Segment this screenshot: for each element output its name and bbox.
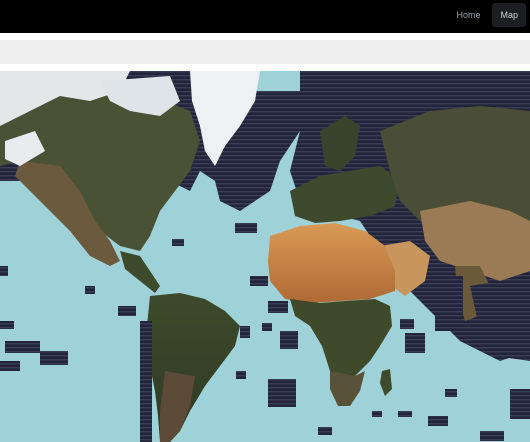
nav-links: Home Map (448, 3, 526, 27)
ocean-tile (0, 266, 8, 276)
ocean-tile (268, 379, 296, 407)
ocean-tile (5, 341, 40, 353)
ocean-tile (428, 416, 448, 426)
ocean-tile (250, 276, 268, 286)
map-toolbar-strip (0, 40, 530, 64)
top-navbar: Home Map (0, 0, 530, 33)
ocean-tile (236, 371, 246, 379)
ocean-tile (0, 321, 14, 329)
ocean-tile (435, 276, 463, 331)
ocean-tile (280, 331, 298, 349)
ocean-tile (398, 411, 412, 417)
map-canvas[interactable] (0, 71, 530, 442)
ocean-tile (260, 136, 285, 151)
ocean-tile (240, 326, 250, 338)
ocean-tile (0, 361, 20, 371)
ocean-tile (85, 286, 95, 294)
ocean-tile (318, 427, 332, 435)
ocean-tile (445, 389, 457, 397)
ocean-tile (480, 431, 504, 441)
andes-tiles (140, 321, 152, 442)
ocean-tile (268, 301, 288, 313)
ocean-tile (172, 239, 184, 246)
ocean-tile (235, 223, 257, 233)
ocean-tile (262, 323, 272, 331)
nav-link-map[interactable]: Map (492, 3, 526, 27)
ocean-tile (400, 319, 414, 329)
world-map-svg (0, 71, 530, 442)
ocean-tile (372, 411, 382, 417)
ocean-tile (118, 306, 136, 316)
nav-link-home[interactable]: Home (448, 3, 488, 27)
ocean-tile (405, 333, 425, 353)
ocean-tile (510, 389, 530, 419)
ocean-tile (272, 95, 332, 101)
ocean-tile (40, 351, 68, 365)
